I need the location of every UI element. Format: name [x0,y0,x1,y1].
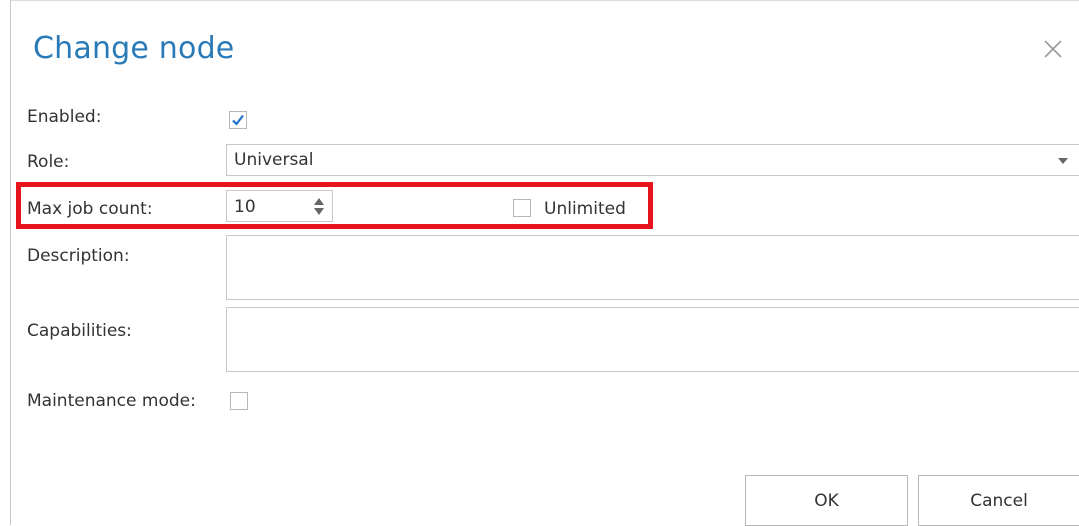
maintenance-mode-checkbox[interactable] [230,392,248,410]
capabilities-field[interactable] [226,307,1079,372]
capabilities-label: Capabilities: [27,321,132,341]
enabled-checkbox[interactable] [229,111,247,129]
role-select[interactable]: Universal [226,144,1079,176]
dialog-title: Change node [33,31,235,66]
ok-button[interactable]: OK [745,475,908,526]
chevron-down-icon [1058,158,1068,164]
role-label: Role: [27,152,70,172]
enabled-label: Enabled: [27,107,102,127]
max-job-count-value[interactable]: 10 [234,197,256,217]
checkmark-icon [232,114,244,126]
role-select-value: Universal [234,150,314,170]
unlimited-label: Unlimited [544,199,626,219]
max-job-count-label: Max job count: [27,199,153,219]
unlimited-checkbox[interactable] [513,199,531,217]
spin-up-icon[interactable] [314,197,324,206]
maintenance-mode-label: Maintenance mode: [27,391,196,411]
spin-down-icon[interactable] [314,207,324,216]
description-field[interactable] [226,235,1079,300]
cancel-button[interactable]: Cancel [918,475,1079,526]
change-node-dialog: Change node Enabled: Role: Universal Max… [10,0,1079,526]
description-label: Description: [27,246,130,266]
close-icon[interactable] [1041,37,1065,61]
max-job-count-stepper[interactable]: 10 [226,190,333,222]
